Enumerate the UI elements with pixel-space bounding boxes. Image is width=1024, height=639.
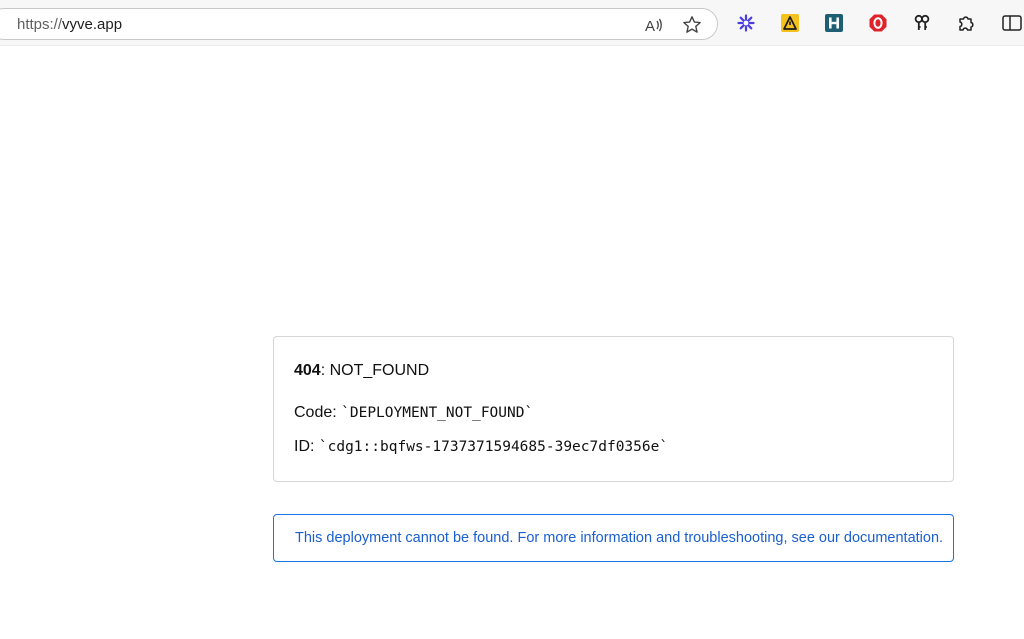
h-extension-icon[interactable] xyxy=(824,13,844,33)
info-box: This deployment cannot be found. For mor… xyxy=(273,514,954,562)
url-text[interactable]: https://vyve.app xyxy=(17,16,122,33)
url-host: vyve.app xyxy=(62,16,123,33)
info-message: This deployment cannot be found. For mor… xyxy=(295,530,944,546)
url-scheme: https:// xyxy=(17,16,63,33)
error-code-line: Code: `DEPLOYMENT_NOT_FOUND` xyxy=(294,404,533,422)
status-code: 404 xyxy=(294,362,321,379)
error-id-line: ID: `cdg1::bqfws-1737371594685-39ec7df03… xyxy=(294,438,668,456)
puzzle-extensions-icon[interactable] xyxy=(956,13,976,33)
error-title: 404: NOT_FOUND xyxy=(294,362,429,380)
asterisk-extension-icon[interactable] xyxy=(736,13,756,33)
svg-text:A: A xyxy=(645,18,655,34)
keys-extension-icon[interactable] xyxy=(912,13,932,33)
stop-extension-icon[interactable] xyxy=(868,13,888,33)
id-label: ID: xyxy=(294,438,319,455)
star-icon[interactable] xyxy=(681,14,703,36)
id-value: `cdg1::bqfws-1737371594685-39ec7df0356e` xyxy=(318,439,669,455)
browser-toolbar: https://vyve.app A xyxy=(0,0,1024,46)
error-card: 404: NOT_FOUND Code: `DEPLOYMENT_NOT_FOU… xyxy=(273,336,954,482)
code-value: `DEPLOYMENT_NOT_FOUND` xyxy=(341,405,534,421)
read-aloud-icon[interactable]: A xyxy=(643,14,665,36)
warning-extension-icon[interactable] xyxy=(780,13,800,33)
address-bar[interactable]: https://vyve.app A xyxy=(0,8,718,40)
code-label: Code: xyxy=(294,404,342,421)
split-screen-icon[interactable] xyxy=(1002,13,1022,33)
status-text: : NOT_FOUND xyxy=(320,362,430,379)
